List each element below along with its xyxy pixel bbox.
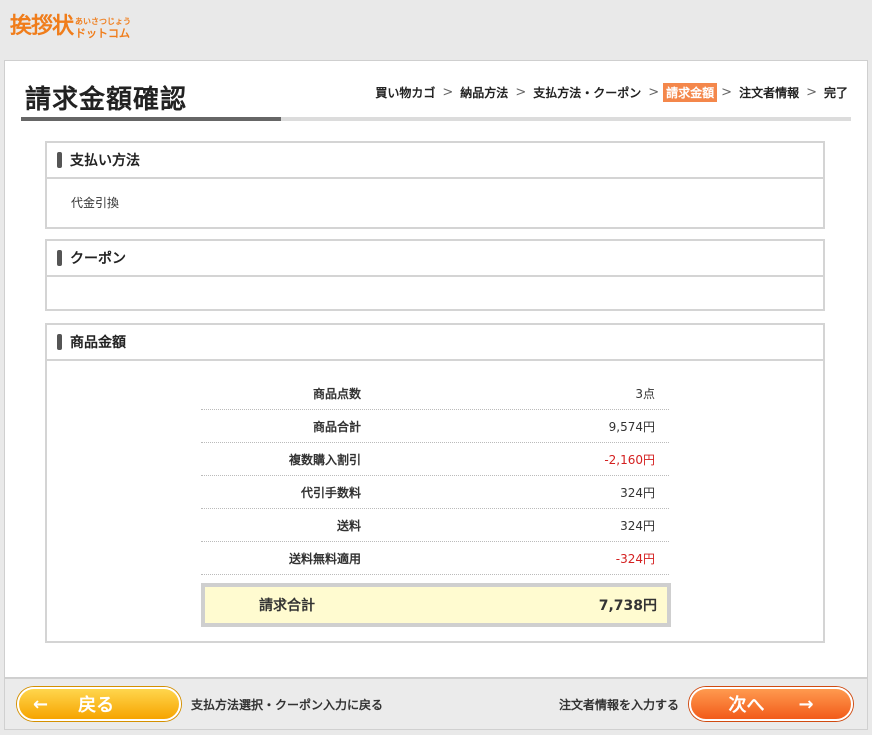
section-heading: クーポン xyxy=(47,241,823,277)
amount-table: 商品点数 3点 商品合計 9,574円 複数購入割引 -2,160円 代引手数料… xyxy=(201,377,669,575)
total-label: 請求合計 xyxy=(259,598,315,614)
payment-method-heading: 支払い方法 xyxy=(70,153,140,169)
back-button[interactable]: ← 戻る xyxy=(17,687,181,721)
next-link[interactable]: 注文者情報を入力する xyxy=(559,696,679,713)
row-value: 324円 xyxy=(620,485,655,500)
title-rule xyxy=(21,117,281,121)
row-value: 324円 xyxy=(620,518,655,533)
step-complete: 完了 xyxy=(823,86,848,100)
table-row: 商品点数 3点 xyxy=(201,377,669,410)
chevron-right-icon: > xyxy=(806,85,817,100)
coupon-section: クーポン xyxy=(45,239,825,311)
chevron-right-icon: > xyxy=(442,85,454,100)
total-value: 7,738円 xyxy=(598,598,657,614)
payment-method-body: 代金引換 xyxy=(47,179,823,225)
footer-nav: ← 戻る 支払方法選択・クーポン入力に戻る 注文者情報を入力する 次へ → xyxy=(4,678,868,730)
table-row: 送料無料適用 -324円 xyxy=(201,542,669,575)
table-row: 複数購入割引 -2,160円 xyxy=(201,443,669,476)
row-label: 商品点数 xyxy=(312,386,361,401)
row-label: 商品合計 xyxy=(312,419,361,434)
back-button-label: 戻る xyxy=(78,695,115,716)
payment-method-value: 代金引換 xyxy=(71,195,120,210)
row-value: 9,574円 xyxy=(608,419,655,434)
heading-bar-icon xyxy=(57,152,62,168)
row-label: 複数購入割引 xyxy=(288,452,361,467)
row-label: 送料無料適用 xyxy=(288,551,361,566)
logo-sub: あいさつじょう ドットコム xyxy=(75,16,131,40)
step-payment-coupon: 支払方法・クーポン xyxy=(533,86,642,100)
row-label: 送料 xyxy=(336,518,361,533)
page-title: 請求金額確認 xyxy=(25,85,188,115)
product-amount-heading: 商品金額 xyxy=(70,335,126,351)
section-heading: 商品金額 xyxy=(47,325,823,361)
arrow-right-icon: → xyxy=(798,693,814,715)
step-delivery: 納品方法 xyxy=(460,86,509,100)
site-logo[interactable]: 挨拶状 あいさつじょう ドットコム xyxy=(10,8,131,40)
step-orderer-info: 注文者情報 xyxy=(739,86,800,100)
chevron-right-icon: > xyxy=(648,85,660,100)
row-value: 3点 xyxy=(635,386,655,401)
step-billing-amount: 請求金額 xyxy=(663,83,718,102)
coupon-heading: クーポン xyxy=(70,251,126,267)
chevron-right-icon: > xyxy=(721,85,733,100)
row-value: -324円 xyxy=(615,551,655,566)
step-cart: 買い物カゴ xyxy=(375,86,436,100)
billing-total: 請求合計 7,738円 xyxy=(201,583,671,627)
product-amount-section: 商品金額 商品点数 3点 商品合計 9,574円 複数購入割引 -2,160円 … xyxy=(45,323,825,643)
back-link[interactable]: 支払方法選択・クーポン入力に戻る xyxy=(191,696,383,713)
row-label: 代引手数料 xyxy=(300,485,361,500)
heading-bar-icon xyxy=(57,250,62,266)
heading-bar-icon xyxy=(57,334,62,350)
logo-sub-bottom: ドットコム xyxy=(75,27,131,40)
chevron-right-icon: > xyxy=(515,85,527,100)
table-row: 代引手数料 324円 xyxy=(201,476,669,509)
table-row: 送料 324円 xyxy=(201,509,669,542)
row-value: -2,160円 xyxy=(604,452,655,467)
logo-main-text: 挨拶状 xyxy=(10,14,74,39)
table-row: 商品合計 9,574円 xyxy=(201,410,669,443)
main-panel: 請求金額確認 買い物カゴ > 納品方法 > 支払方法・クーポン > 請求金額 >… xyxy=(4,60,868,678)
next-button[interactable]: 次へ → xyxy=(689,687,853,721)
payment-method-section: 支払い方法 代金引換 xyxy=(45,141,825,229)
step-progress: 買い物カゴ > 納品方法 > 支払方法・クーポン > 請求金額 > 注文者情報 … xyxy=(372,83,851,102)
section-heading: 支払い方法 xyxy=(47,143,823,179)
next-button-label: 次へ xyxy=(728,695,765,716)
arrow-left-icon: ← xyxy=(33,693,49,715)
